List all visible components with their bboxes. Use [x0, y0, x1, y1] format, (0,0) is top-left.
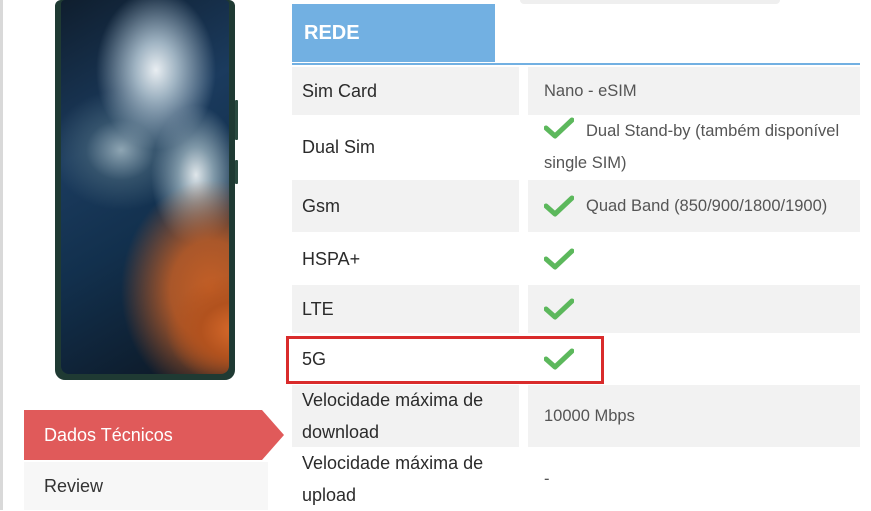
spec-row-5g: 5G: [292, 335, 860, 383]
spec-label: Velocidade máxima de upload: [302, 453, 484, 505]
spec-row-gsm: Gsm Quad Band (850/900/1800/1900): [292, 180, 860, 232]
check-icon: [544, 248, 574, 270]
phone-side-button: [235, 160, 238, 184]
spec-row-sim-card: Sim Card Nano - eSIM: [292, 67, 860, 115]
spec-label: Sim Card: [292, 67, 519, 115]
nav-active-arrow: [262, 410, 284, 460]
section-divider: [292, 63, 860, 65]
spec-value: [528, 335, 860, 383]
spec-label: Gsm: [292, 180, 519, 232]
check-icon: [544, 348, 574, 370]
spec-value-text: Quad Band (850/900/1800/1900): [586, 197, 828, 215]
spec-label: LTE: [292, 285, 519, 333]
product-phone-image: [55, 0, 238, 380]
nav-item-label: Dados Técnicos: [44, 424, 173, 445]
spec-label: Velocidade máxima de download: [292, 385, 519, 447]
section-title: REDE: [304, 21, 360, 44]
spec-value: -: [528, 448, 860, 510]
check-icon: [544, 298, 574, 320]
nav-item-dados-tecnicos[interactable]: Dados Técnicos: [24, 410, 262, 460]
spec-label: HSPA+: [302, 249, 361, 269]
spec-value: Nano - eSIM: [528, 67, 860, 115]
section-header-rede: REDE: [292, 4, 495, 62]
spec-value: Dual Stand-by (também disponível single …: [528, 116, 860, 178]
spec-row-lte: LTE: [292, 285, 860, 333]
spec-row-dual-sim: Dual Sim Dual Stand-by (também disponíve…: [292, 116, 860, 178]
spec-row-download-speed: Velocidade máxima de download 10000 Mbps: [292, 385, 860, 447]
spec-value: [528, 285, 860, 333]
page-left-border: [0, 0, 3, 510]
nav-item-review[interactable]: Review: [24, 462, 268, 510]
spec-value: [528, 234, 860, 284]
spec-label: Dual Sim: [302, 137, 376, 157]
phone-side-button: [235, 100, 238, 140]
spec-value-text: 10000 Mbps: [544, 407, 635, 425]
spec-row-upload-speed: Velocidade máxima de upload -: [292, 448, 860, 510]
check-icon: [544, 195, 574, 217]
nav-item-label: Review: [44, 475, 104, 496]
spec-value: 10000 Mbps: [528, 385, 860, 447]
spec-row-hspa: HSPA+: [292, 234, 860, 284]
spec-value-wrap: Dual Stand-by (também disponível single …: [544, 115, 860, 179]
check-icon: [544, 117, 574, 139]
phone-wallpaper: [61, 0, 229, 374]
spec-label: 5G: [302, 349, 327, 369]
spec-value-text: Nano - eSIM: [544, 82, 637, 100]
top-card-shadow: [520, 0, 780, 4]
spec-value-text: -: [544, 470, 550, 488]
spec-value: Quad Band (850/900/1800/1900): [528, 180, 860, 232]
spec-value-text: Dual Stand-by (também disponível single …: [544, 122, 840, 172]
